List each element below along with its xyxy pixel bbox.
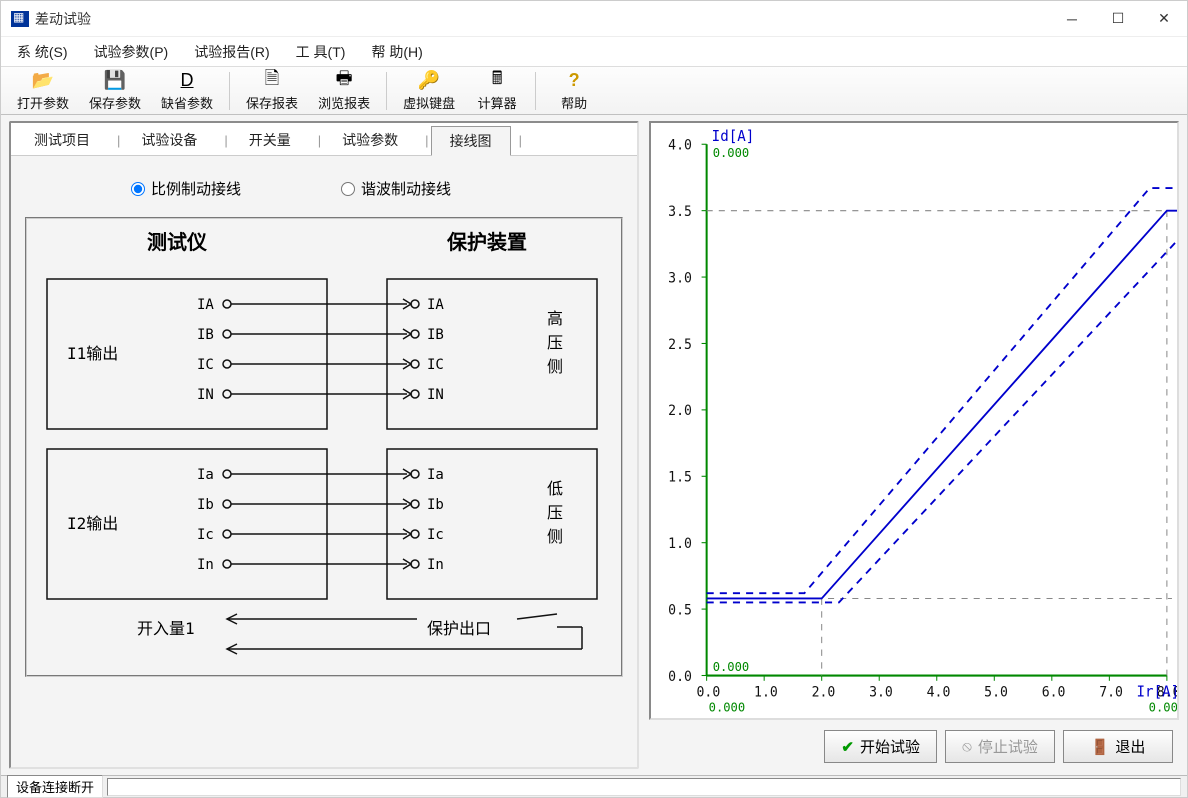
tab-row: 测试项目| 试验设备| 开关量| 试验参数| 接线图| <box>11 123 637 156</box>
svg-text:3.5: 3.5 <box>668 204 692 220</box>
close-button[interactable]: ✕ <box>1141 3 1187 35</box>
svg-text:低: 低 <box>547 479 563 498</box>
svg-text:测试仪: 测试仪 <box>147 230 208 254</box>
title-bar: 差动试验 ─ ☐ ✕ <box>1 1 1187 37</box>
svg-text:I1输出: I1输出 <box>67 344 118 363</box>
radio-harmonic[interactable]: 谐波制动接线 <box>341 178 451 199</box>
chart: 0.01.02.03.04.05.06.07.08.00.00.51.01.52… <box>649 121 1179 720</box>
folder-open-icon: 📂 <box>32 70 54 92</box>
svg-text:侧: 侧 <box>547 527 563 546</box>
svg-text:Ia: Ia <box>427 467 444 483</box>
svg-text:4.0: 4.0 <box>927 684 951 700</box>
default-params-button[interactable]: D缺省参数 <box>153 68 221 114</box>
save-params-button[interactable]: 💾保存参数 <box>81 68 149 114</box>
svg-text:In: In <box>197 557 214 573</box>
svg-text:Ic: Ic <box>197 527 214 543</box>
help-button[interactable]: ?帮助 <box>544 68 604 114</box>
svg-text:0.000: 0.000 <box>709 699 746 714</box>
report-save-icon: 🗎 <box>261 70 283 92</box>
minimize-button[interactable]: ─ <box>1049 3 1095 35</box>
svg-text:1.0: 1.0 <box>754 684 778 700</box>
svg-text:开入量1: 开入量1 <box>137 619 195 638</box>
calculator-icon: 🖩 <box>486 70 508 92</box>
svg-text:2.5: 2.5 <box>668 336 692 352</box>
svg-text:侧: 侧 <box>547 357 563 376</box>
window-title: 差动试验 <box>35 9 1049 29</box>
stop-test-button[interactable]: ⦸停止试验 <box>945 730 1055 763</box>
menu-system[interactable]: 系 统(S) <box>9 38 76 66</box>
svg-text:2.0: 2.0 <box>668 403 692 419</box>
help-icon: ? <box>563 70 585 92</box>
printer-icon: 🖶 <box>333 70 355 92</box>
wiring-diagram: 测试仪保护装置I1输出I2输出高压侧低压侧IAIAIBIBICICININIaI… <box>25 217 623 677</box>
svg-text:In: In <box>427 557 444 573</box>
menu-params[interactable]: 试验参数(P) <box>86 38 177 66</box>
svg-text:Ic: Ic <box>427 527 444 543</box>
svg-text:压: 压 <box>547 333 563 352</box>
door-icon: 🚪 <box>1091 738 1110 756</box>
svg-text:Ib: Ib <box>427 497 444 513</box>
default-icon: D <box>176 70 198 92</box>
svg-text:0.5: 0.5 <box>668 602 692 618</box>
svg-text:1.5: 1.5 <box>668 469 692 485</box>
svg-text:Ia: Ia <box>197 467 214 483</box>
menu-report[interactable]: 试验报告(R) <box>186 38 277 66</box>
save-icon: 💾 <box>104 70 126 92</box>
svg-text:I2输出: I2输出 <box>67 514 118 533</box>
svg-text:IN: IN <box>197 387 214 403</box>
svg-text:3.0: 3.0 <box>668 270 692 286</box>
svg-text:IC: IC <box>427 357 444 373</box>
menu-bar: 系 统(S) 试验参数(P) 试验报告(R) 工 具(T) 帮 助(H) <box>1 37 1187 67</box>
svg-text:保护出口: 保护出口 <box>427 619 491 638</box>
radio-proportional[interactable]: 比例制动接线 <box>131 178 241 199</box>
svg-text:0.000: 0.000 <box>1149 699 1177 714</box>
svg-text:IB: IB <box>427 327 444 343</box>
save-report-button[interactable]: 🗎保存报表 <box>238 68 306 114</box>
check-icon: ✔ <box>841 738 854 756</box>
menu-help[interactable]: 帮 助(H) <box>363 38 430 66</box>
open-params-button[interactable]: 📂打开参数 <box>9 68 77 114</box>
radio-proportional-label: 比例制动接线 <box>151 178 241 199</box>
status-bar: 设备连接断开 <box>1 775 1187 797</box>
toolbar: 📂打开参数 💾保存参数 D缺省参数 🗎保存报表 🖶浏览报表 🔑虚拟键盘 🖩计算器… <box>1 67 1187 115</box>
tab-test-params[interactable]: 试验参数 <box>323 125 417 155</box>
svg-text:高: 高 <box>547 309 563 328</box>
svg-text:Id[A]: Id[A] <box>712 129 755 145</box>
svg-text:0.0: 0.0 <box>668 669 692 685</box>
key-icon: 🔑 <box>418 70 440 92</box>
tab-test-device[interactable]: 试验设备 <box>122 125 216 155</box>
calculator-button[interactable]: 🖩计算器 <box>467 68 527 114</box>
tab-switch[interactable]: 开关量 <box>230 125 310 155</box>
svg-text:IA: IA <box>197 297 214 313</box>
menu-tools[interactable]: 工 具(T) <box>288 38 354 66</box>
svg-text:IN: IN <box>427 387 444 403</box>
status-text: 设备连接断开 <box>7 775 103 798</box>
svg-text:IA: IA <box>427 297 444 313</box>
virtual-keyboard-button[interactable]: 🔑虚拟键盘 <box>395 68 463 114</box>
app-icon <box>11 11 29 27</box>
svg-text:4.0: 4.0 <box>668 137 692 153</box>
svg-text:1.0: 1.0 <box>668 536 692 552</box>
svg-text:保护装置: 保护装置 <box>446 230 527 254</box>
radio-harmonic-label: 谐波制动接线 <box>361 178 451 199</box>
svg-text:IB: IB <box>197 327 214 343</box>
maximize-button[interactable]: ☐ <box>1095 3 1141 35</box>
tab-test-items[interactable]: 测试项目 <box>15 125 109 155</box>
svg-text:7.0: 7.0 <box>1099 684 1123 700</box>
tab-wiring[interactable]: 接线图 <box>431 126 511 156</box>
svg-text:5.0: 5.0 <box>984 684 1008 700</box>
svg-text:压: 压 <box>547 503 563 522</box>
svg-text:3.0: 3.0 <box>869 684 893 700</box>
exit-button[interactable]: 🚪退出 <box>1063 730 1173 763</box>
svg-text:6.0: 6.0 <box>1042 684 1066 700</box>
start-test-button[interactable]: ✔开始试验 <box>824 730 937 763</box>
browse-report-button[interactable]: 🖶浏览报表 <box>310 68 378 114</box>
svg-text:0.000: 0.000 <box>713 659 750 674</box>
svg-text:IC: IC <box>197 357 214 373</box>
svg-text:0.000: 0.000 <box>713 145 750 160</box>
svg-text:2.0: 2.0 <box>812 684 836 700</box>
svg-text:Ib: Ib <box>197 497 214 513</box>
stop-icon: ⦸ <box>962 738 972 755</box>
